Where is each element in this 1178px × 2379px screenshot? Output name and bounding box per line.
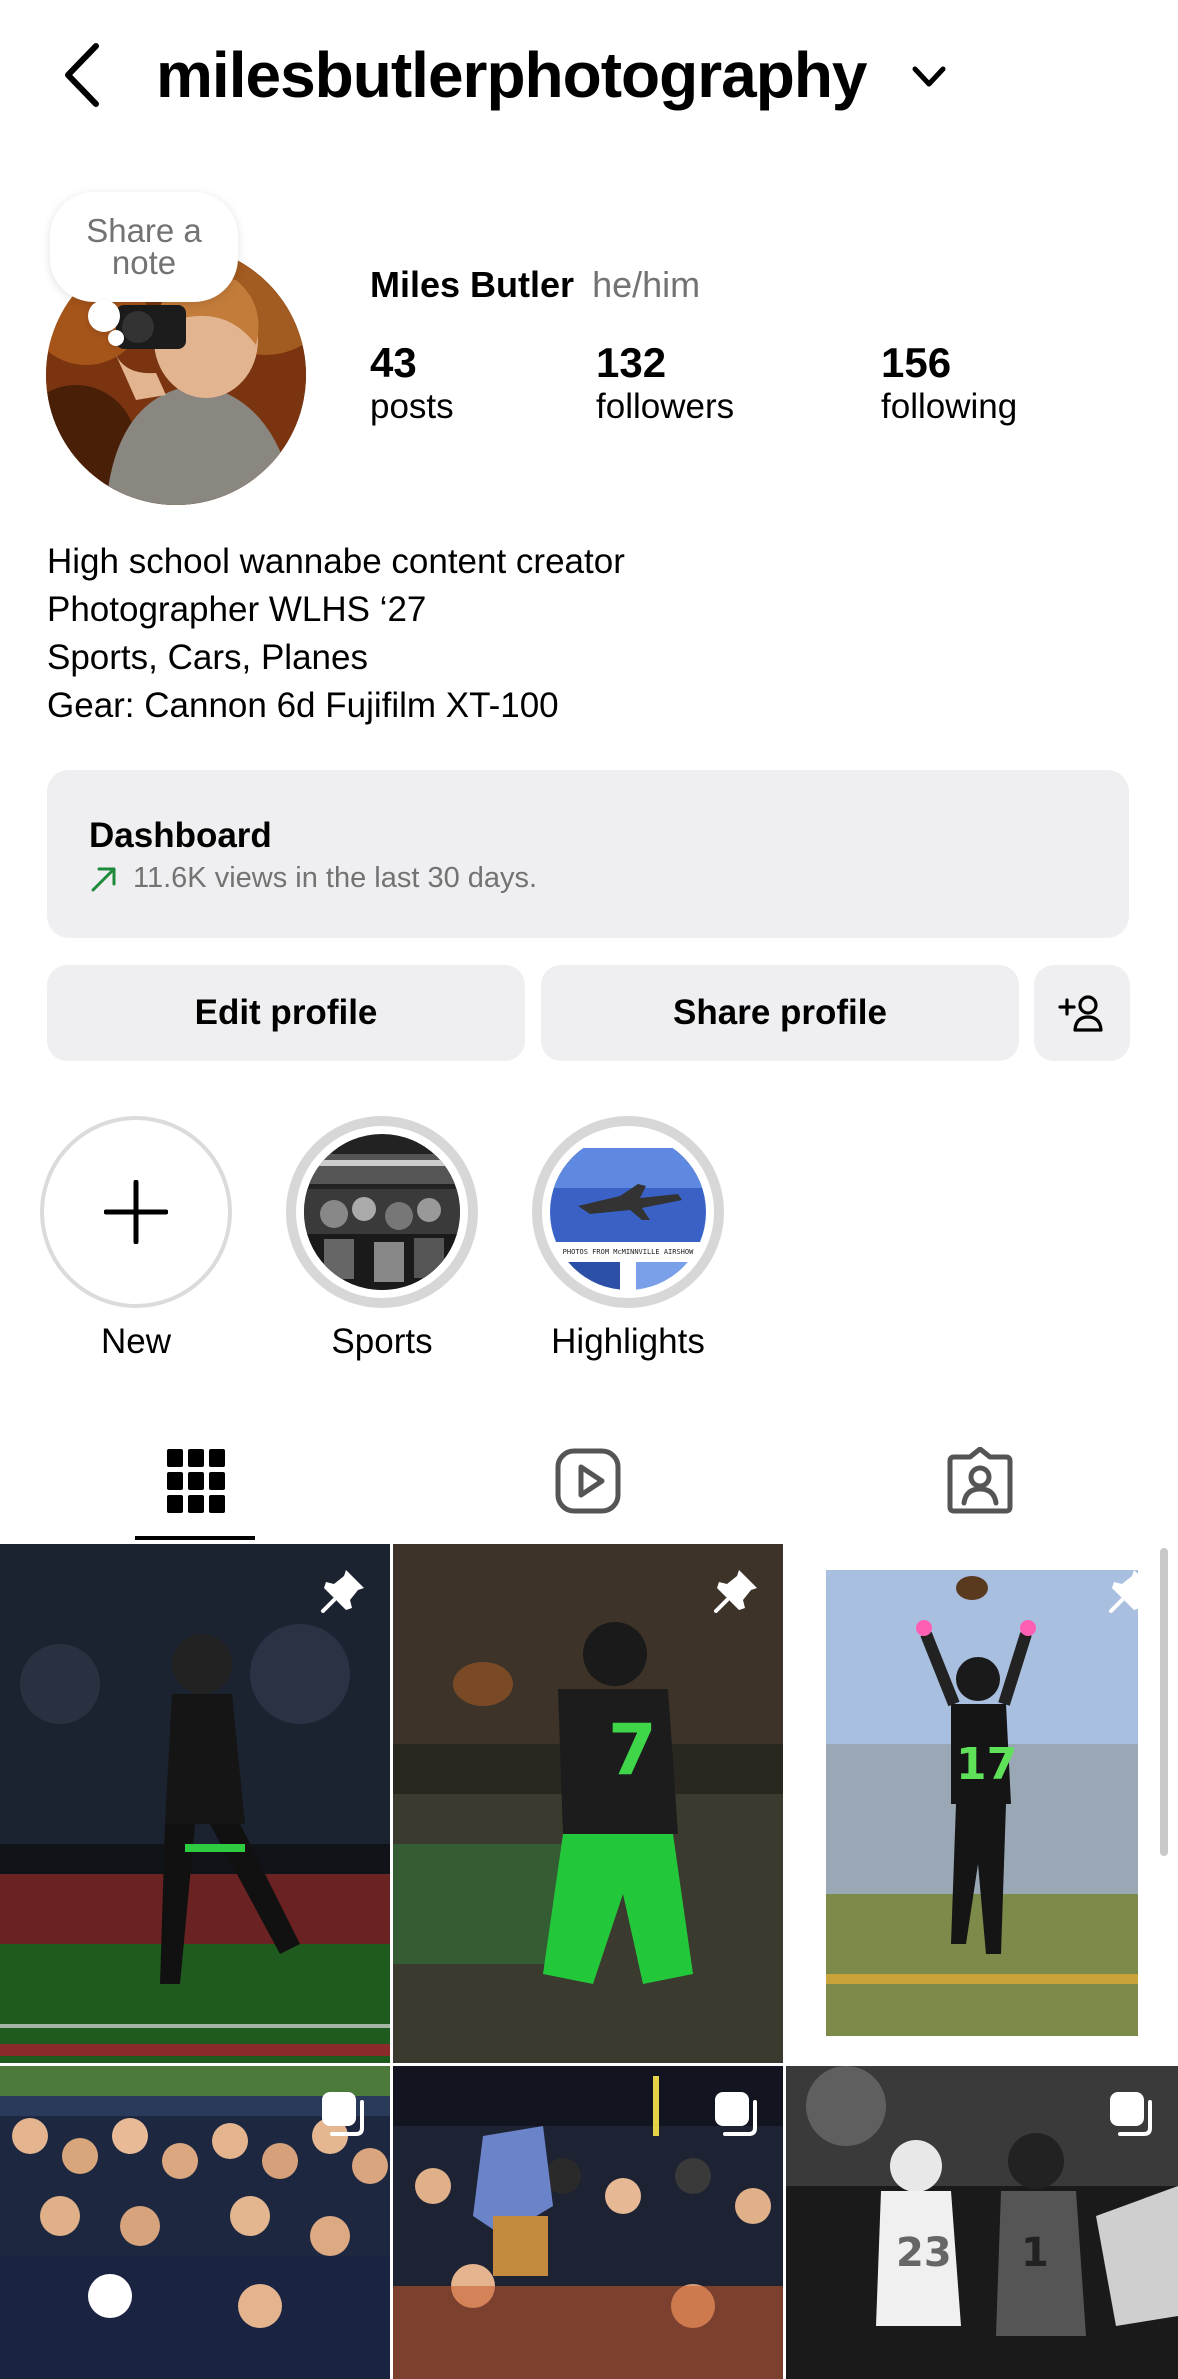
svg-text:7: 7 [608,1709,657,1791]
profile-header: milesbutlerphotography [0,0,1178,150]
professional-dashboard[interactable]: Dashboard 11.6K views in the last 30 day… [47,770,1129,938]
pin-icon [1109,1570,1152,1613]
carousel-icon [715,2092,757,2136]
bio-line: High school wannabe content creator [47,542,625,581]
note-bubble-tail [88,300,120,332]
grid-post[interactable]: 23 1 [786,2066,1178,2379]
chevron-left-icon [65,43,99,107]
profile-pronouns: he/him [592,264,701,305]
svg-text:17: 17 [956,1739,1017,1790]
share-note-bubble[interactable]: Share a note [50,192,238,302]
carousel-icon [1110,2092,1152,2136]
note-bubble-tail-small [108,330,124,346]
stat-following[interactable]: 156 following [881,340,1017,428]
following-label: following [881,387,1018,426]
posts-count: 43 [370,339,417,386]
grid-post[interactable]: 7 [393,1544,783,2063]
grid-icon [167,1449,225,1513]
share-profile-button[interactable]: Share profile [541,965,1019,1061]
grid-post[interactable] [393,2066,783,2379]
active-tab-indicator [135,1536,255,1540]
carousel-icon [322,2092,364,2136]
highlight-highlights[interactable]: PHOTOS FROM McMINNVILLE AIRSHOW Highligh… [532,1116,724,1362]
tab-tagged[interactable] [784,1420,1176,1542]
reels-icon [555,1448,621,1514]
pin-icon [321,1570,364,1613]
posts-label: posts [370,387,454,426]
note-text-line1: Share a [86,212,202,249]
post-image [0,1544,390,2063]
highlight-label: Highlights [551,1322,705,1361]
edit-profile-button[interactable]: Edit profile [47,965,525,1061]
stat-posts[interactable]: 43 posts [370,340,454,428]
highlight-new[interactable]: New [40,1116,232,1362]
followers-count: 132 [596,339,667,386]
svg-text:1: 1 [1021,2230,1049,2276]
back-button[interactable] [56,40,108,110]
tab-grid[interactable] [0,1420,392,1542]
bio-line: Photographer WLHS ‘27 [47,590,427,629]
highlight-new-ring[interactable] [40,1116,232,1308]
add-person-icon [1058,995,1103,1032]
chevron-down-icon[interactable] [910,62,948,92]
note-text-line2: note [111,244,177,281]
grid-post[interactable]: 17 [786,1544,1178,2063]
post-image: 17 [786,1544,1178,2063]
discover-people-button[interactable] [1034,965,1130,1061]
posts-grid: 7 17 23 1 [0,1544,1178,2379]
post-image: 7 [393,1544,783,2063]
plus-icon [104,1180,168,1244]
following-count: 156 [881,339,952,386]
pin-icon [714,1570,757,1613]
bio-line: Sports, Cars, Planes [47,638,368,677]
dashboard-subtitle: 11.6K views in the last 30 days. [133,862,538,894]
highlight-sports[interactable]: Sports [286,1116,478,1362]
highlight-label: New [100,1322,172,1361]
tagged-icon [947,1447,1013,1514]
highlight-caption: PHOTOS FROM McMINNVILLE AIRSHOW [563,1248,694,1256]
highlight-highlights-ring[interactable]: PHOTOS FROM McMINNVILLE AIRSHOW [532,1116,724,1308]
grid-post[interactable] [0,2066,390,2379]
tab-reels[interactable] [392,1420,784,1542]
profile-bio: High school wannabe content creator Phot… [47,538,625,730]
scrollbar[interactable] [1160,1548,1168,1856]
dashboard-subtitle-row: 11.6K views in the last 30 days. [89,862,1129,895]
highlight-sports-ring[interactable] [286,1116,478,1308]
profile-tabbar [0,1420,1178,1542]
profile-username[interactable]: milesbutlerphotography [156,38,867,112]
highlight-highlights-cover: PHOTOS FROM McMINNVILLE AIRSHOW [550,1134,706,1290]
bio-line: Gear: Cannon 6d Fujifilm XT-100 [47,686,559,725]
highlight-sports-cover [304,1134,460,1290]
trending-up-icon [91,867,116,891]
profile-name-line: Miles Butler he/him [370,264,700,306]
profile-name: Miles Butler [370,264,575,305]
stat-followers[interactable]: 132 followers [596,340,734,428]
grid-post[interactable] [0,1544,390,2063]
dashboard-title: Dashboard [89,816,272,855]
highlight-label: Sports [331,1322,433,1361]
svg-text:23: 23 [896,2230,952,2276]
followers-label: followers [596,387,735,426]
